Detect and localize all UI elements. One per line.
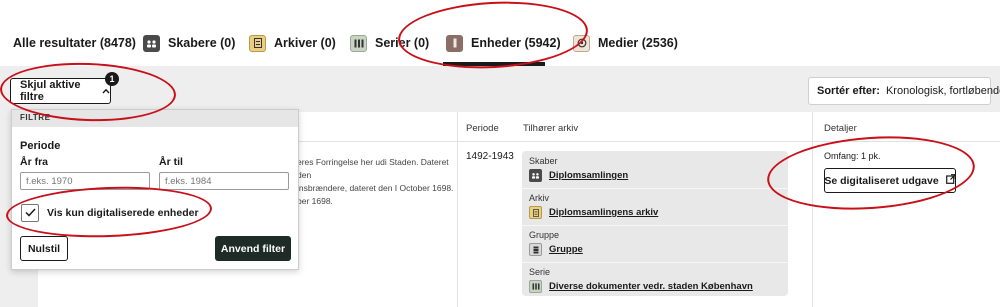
archive-link-serie[interactable]: Diverse dokumenter vedr. staden Københav… [529,280,753,293]
tab-medier-label: Medier (2536) [598,36,678,50]
reset-button[interactable]: Nulstil [20,236,68,261]
header-periode: Periode [466,123,499,134]
archive-link-label: Diplomsamlingen [549,170,629,181]
sort-value: Kronologisk, fortløbende [885,85,1000,97]
toggle-filters-button[interactable]: Skjul aktive filtre [10,78,111,104]
filter-panel-header: FILTRE [12,110,298,127]
omfang-text: Omfang: 1 pk. [824,151,881,161]
archive-type-serie: Serie [529,267,551,277]
people-icon [143,34,160,52]
row-periode: 1492-1943 [466,151,514,162]
digitized-only-checkbox[interactable] [21,204,39,222]
tab-arkiver-label: Arkiver (0) [274,36,336,50]
apply-filter-label: Anvend filter [220,242,286,255]
filter-panel: FILTRE Periode År fra År til Vis kun dig… [11,109,299,270]
archive-link-label: Diplomsamlingens arkiv [549,207,659,218]
tab-skabere-label: Skabere (0) [168,36,236,50]
description-line: insbrændere, dateret den I October 1698. [297,183,454,193]
archive-divider [522,262,788,263]
view-digitized-label: Se digitaliseret udgave [824,174,939,187]
checkmark-icon [24,206,36,220]
archive-link-skaber[interactable]: Diplomsamlingen [529,169,628,182]
archive-icon [529,206,542,219]
people-icon [529,169,542,182]
periode-title: Periode [20,140,61,152]
archive-type-skaber: Skaber [529,156,558,166]
reset-label: Nulstil [27,242,61,255]
toggle-filters-label: Skjul aktive filtre [20,79,81,103]
archive-type-arkiv: Arkiv [529,193,549,203]
year-from-label: År fra [20,156,49,168]
tab-medier[interactable]: Medier (2536) [573,32,678,54]
media-icon [573,34,590,52]
sort-label: Sortér efter: [817,85,880,97]
view-digitized-button[interactable]: Se digitaliseret udgave [824,168,956,193]
year-from-input[interactable] [20,172,150,190]
archive-link-arkiv[interactable]: Diplomsamlingens arkiv [529,206,658,219]
digitized-only-label: Vis kun digitaliserede enheder [47,207,199,219]
archive-link-label: Gruppe [549,244,583,255]
tab-serier[interactable]: Serier (0) [350,32,429,54]
archive-link-gruppe[interactable]: Gruppe [529,243,583,256]
archive-type-gruppe: Gruppe [529,230,560,240]
tab-arkiver[interactable]: Arkiver (0) [249,32,336,54]
results-tabs: Alle resultater (8478) Skabere (0) Arkiv… [0,0,1000,66]
header-tilhorer-arkiv: Tilhører arkiv [523,123,579,134]
series-icon [529,280,542,293]
archive-divider [522,188,788,189]
row-description: eres Forringelse her udi Staden. Dateret… [297,156,457,208]
group-icon [529,243,542,256]
archive-link-label: Diverse dokumenter vedr. staden Københav… [549,281,753,292]
archive-divider [522,225,788,226]
tab-enheder[interactable]: Enheder (5942) [446,32,561,54]
header-detaljer: Detaljer [824,123,857,134]
tab-skabere[interactable]: Skabere (0) [143,32,235,54]
year-to-input[interactable] [159,172,289,190]
active-filter-count-badge: 1 [105,72,119,86]
description-line: eres Forringelse her udi Staden. Dateret… [297,157,449,180]
tab-all-results[interactable]: Alle resultater (8478) [13,32,136,54]
tab-all-results-label: Alle resultater (8478) [13,36,136,50]
series-icon [350,34,367,52]
archive-icon [249,34,266,52]
tab-serier-label: Serier (0) [375,36,430,50]
apply-filter-button[interactable]: Anvend filter [215,236,291,261]
tab-enheder-label: Enheder (5942) [471,36,561,50]
year-to-label: År til [159,156,183,168]
unit-icon [446,34,463,52]
sort-select[interactable]: Sortér efter: Kronologisk, fortløbende [808,77,1000,105]
description-line: ber 1698. [297,196,333,206]
chevron-up-icon [102,86,110,96]
external-link-icon [945,174,956,187]
